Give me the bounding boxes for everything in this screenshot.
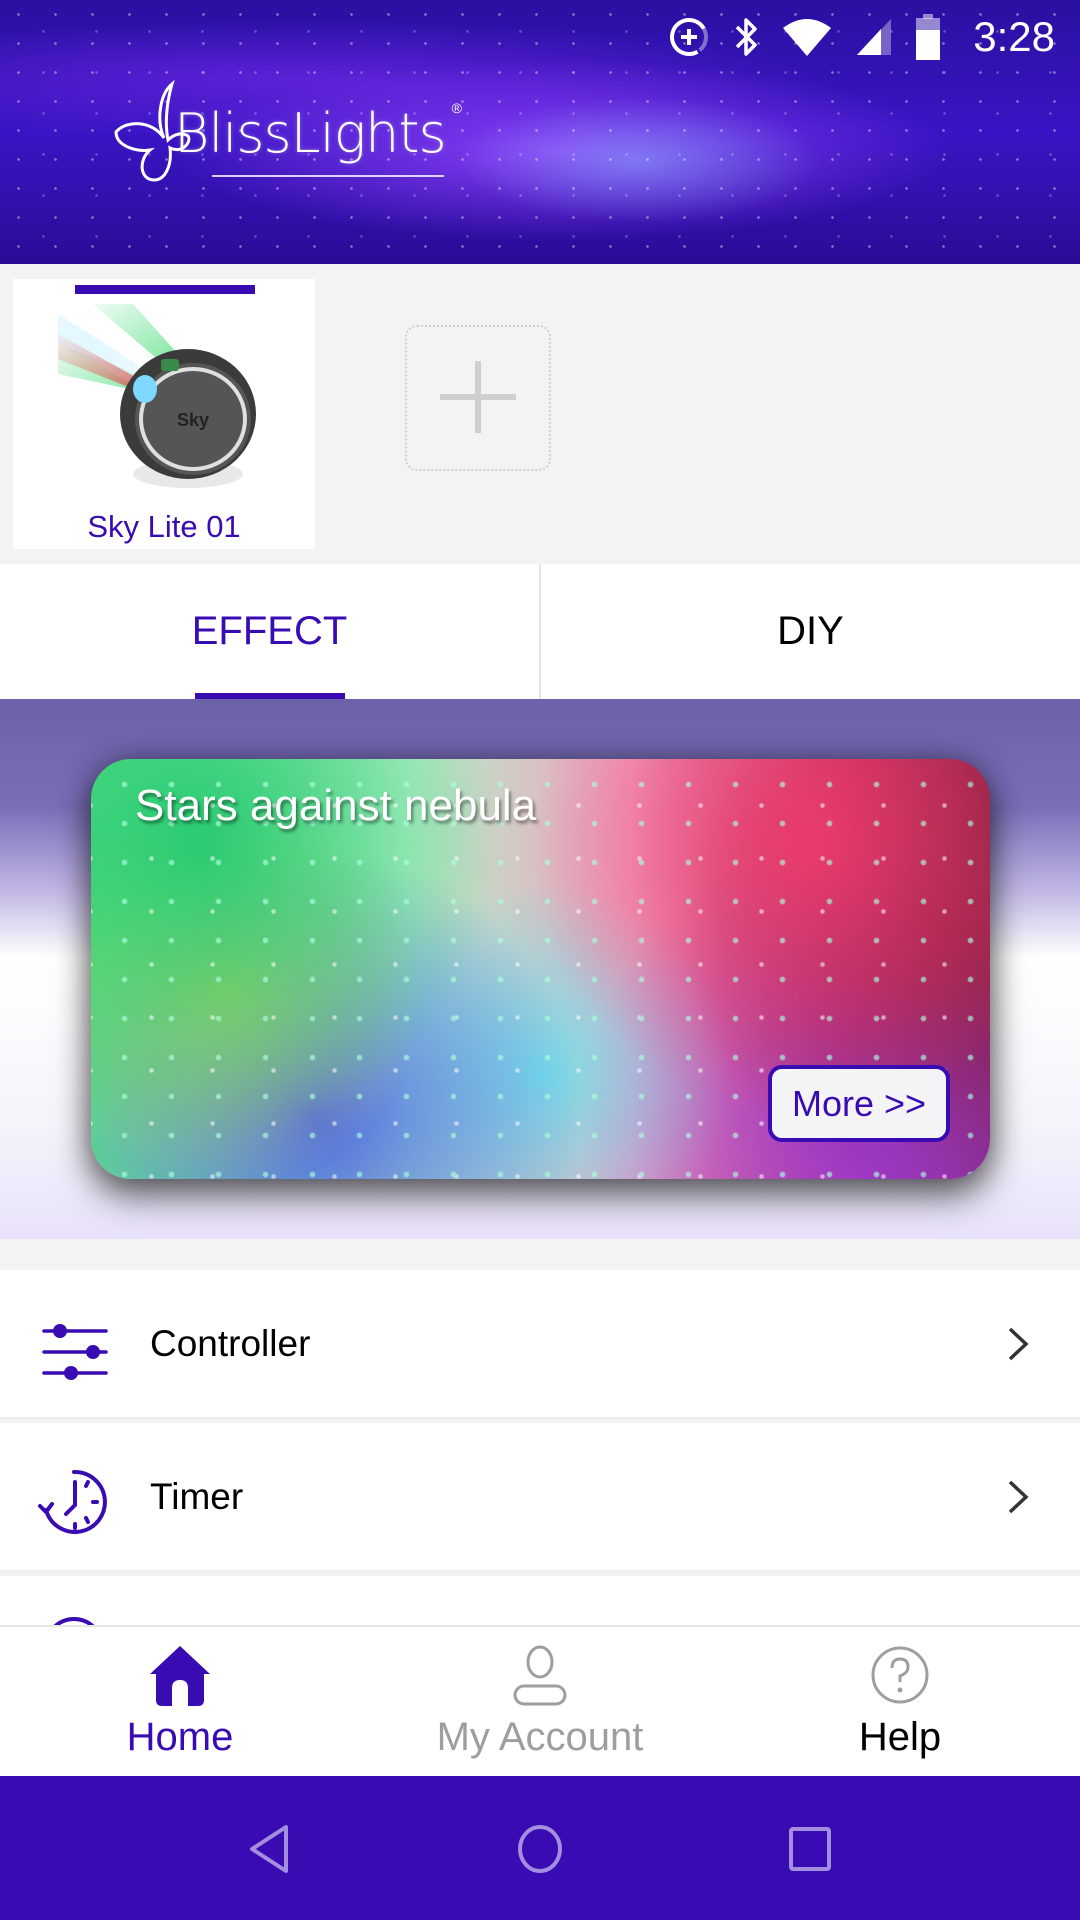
menu-item-timer[interactable]: Timer [0,1423,1080,1573]
timer-icon [38,1469,107,1534]
chevron-right-icon [1008,1480,1029,1514]
logo-text: BlissLights [174,102,447,165]
nav-help[interactable]: Help [720,1627,1080,1778]
effect-card[interactable]: Stars against nebula More >> [91,759,990,1179]
nav-account-label: My Account [436,1715,644,1759]
projector-device-image: Sky [58,304,256,488]
tab-effect[interactable]: EFFECT [0,564,539,699]
device-name: Sky Lite 01 [87,509,241,544]
bottom-navigation: Home My Account Help [0,1625,1080,1776]
recent-apps-icon[interactable] [782,1821,838,1877]
status-bar: 3:28 [667,12,1055,62]
device-card-sky-lite[interactable]: Sky Sky Lite 01 [13,279,315,549]
bluetooth-icon [736,18,757,56]
registered-mark: ® [451,100,462,116]
account-icon [513,1645,567,1706]
system-navigation-bar [0,1776,1080,1920]
menu-item-controller[interactable]: Controller [0,1270,1080,1420]
help-icon [871,1646,929,1704]
more-button[interactable]: More >> [768,1065,950,1142]
menu-item-partial[interactable] [0,1576,1080,1626]
cell-signal-icon [857,19,892,55]
nav-my-account[interactable]: My Account [360,1627,720,1778]
nav-home[interactable]: Home [0,1627,360,1778]
nav-home-label: Home [126,1715,234,1759]
menu-item-label: Controller [150,1322,311,1364]
add-device-button[interactable] [405,325,551,471]
svg-text:Sky: Sky [177,410,209,430]
plus-icon-vertical [475,361,481,433]
tab-diy[interactable]: DIY [541,564,1080,699]
logo-underline [212,175,444,177]
effect-title: Stars against nebula [135,781,537,830]
home-circle-icon[interactable] [512,1821,568,1877]
menu-item-label: Timer [150,1475,244,1517]
sliders-icon [42,1324,108,1380]
home-icon [150,1646,210,1706]
chevron-right-icon [1008,1327,1029,1361]
effect-carousel[interactable]: Stars against nebula More >> [0,699,1080,1239]
nav-help-label: Help [858,1715,942,1759]
battery-icon [916,14,941,60]
wifi-icon [783,19,832,56]
blisslights-logo: BlissLights ® [112,80,462,186]
app-header: 3:28 BlissLights ® [0,0,1080,264]
device-selected-indicator [75,285,255,294]
mode-tabs: EFFECT DIY [0,564,1080,699]
data-saver-icon [670,18,709,56]
status-time: 3:28 [973,13,1055,60]
back-icon[interactable] [242,1821,298,1877]
